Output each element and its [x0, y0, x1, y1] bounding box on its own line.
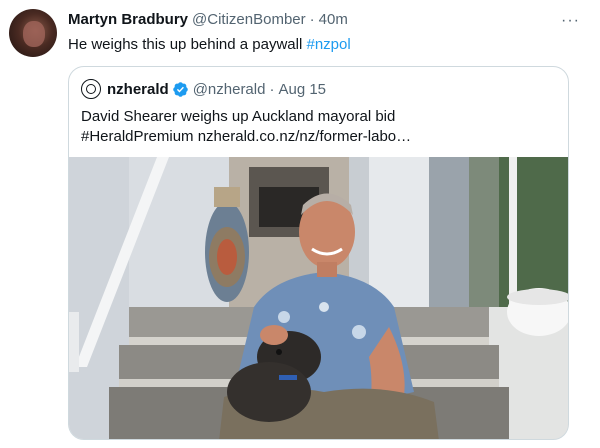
quoted-author-handle[interactable]: @nzherald [193, 81, 266, 98]
author-handle[interactable]: @CitizenBomber [192, 11, 306, 28]
separator-dot: · [309, 11, 315, 28]
quoted-tweet-header: nzherald @nzherald · Aug 15 [81, 79, 326, 99]
author-name[interactable]: Martyn Bradbury [68, 11, 188, 28]
quoted-tweet[interactable]: nzherald @nzherald · Aug 15 David Sheare… [68, 66, 569, 440]
quoted-separator-dot: · [269, 80, 275, 98]
photo-illustration [69, 157, 568, 439]
hashtag-link[interactable]: #nzpol [306, 36, 350, 53]
quoted-text-line-1: David Shearer weighs up Auckland mayoral… [81, 108, 396, 125]
quoted-photo[interactable] [69, 157, 568, 439]
quoted-date[interactable]: Aug 15 [278, 81, 326, 98]
tweet-text: He weighs this up behind a paywall #nzpo… [68, 36, 351, 53]
tweet-text-body: He weighs this up behind a paywall [68, 36, 307, 53]
quoted-tweet-text: David Shearer weighs up Auckland mayoral… [81, 107, 411, 147]
nzherald-logo-icon[interactable] [81, 79, 101, 99]
more-icon[interactable]: ··· [561, 12, 580, 30]
quoted-author-name[interactable]: nzherald [107, 81, 169, 98]
avatar[interactable] [9, 9, 57, 57]
quoted-text-line-2[interactable]: #HeraldPremium nzherald.co.nz/nz/former-… [81, 127, 411, 147]
tweet-header: Martyn Bradbury @CitizenBomber · 40m [68, 11, 348, 28]
verified-badge-icon [172, 81, 188, 97]
tweet-time[interactable]: 40m [319, 11, 348, 28]
